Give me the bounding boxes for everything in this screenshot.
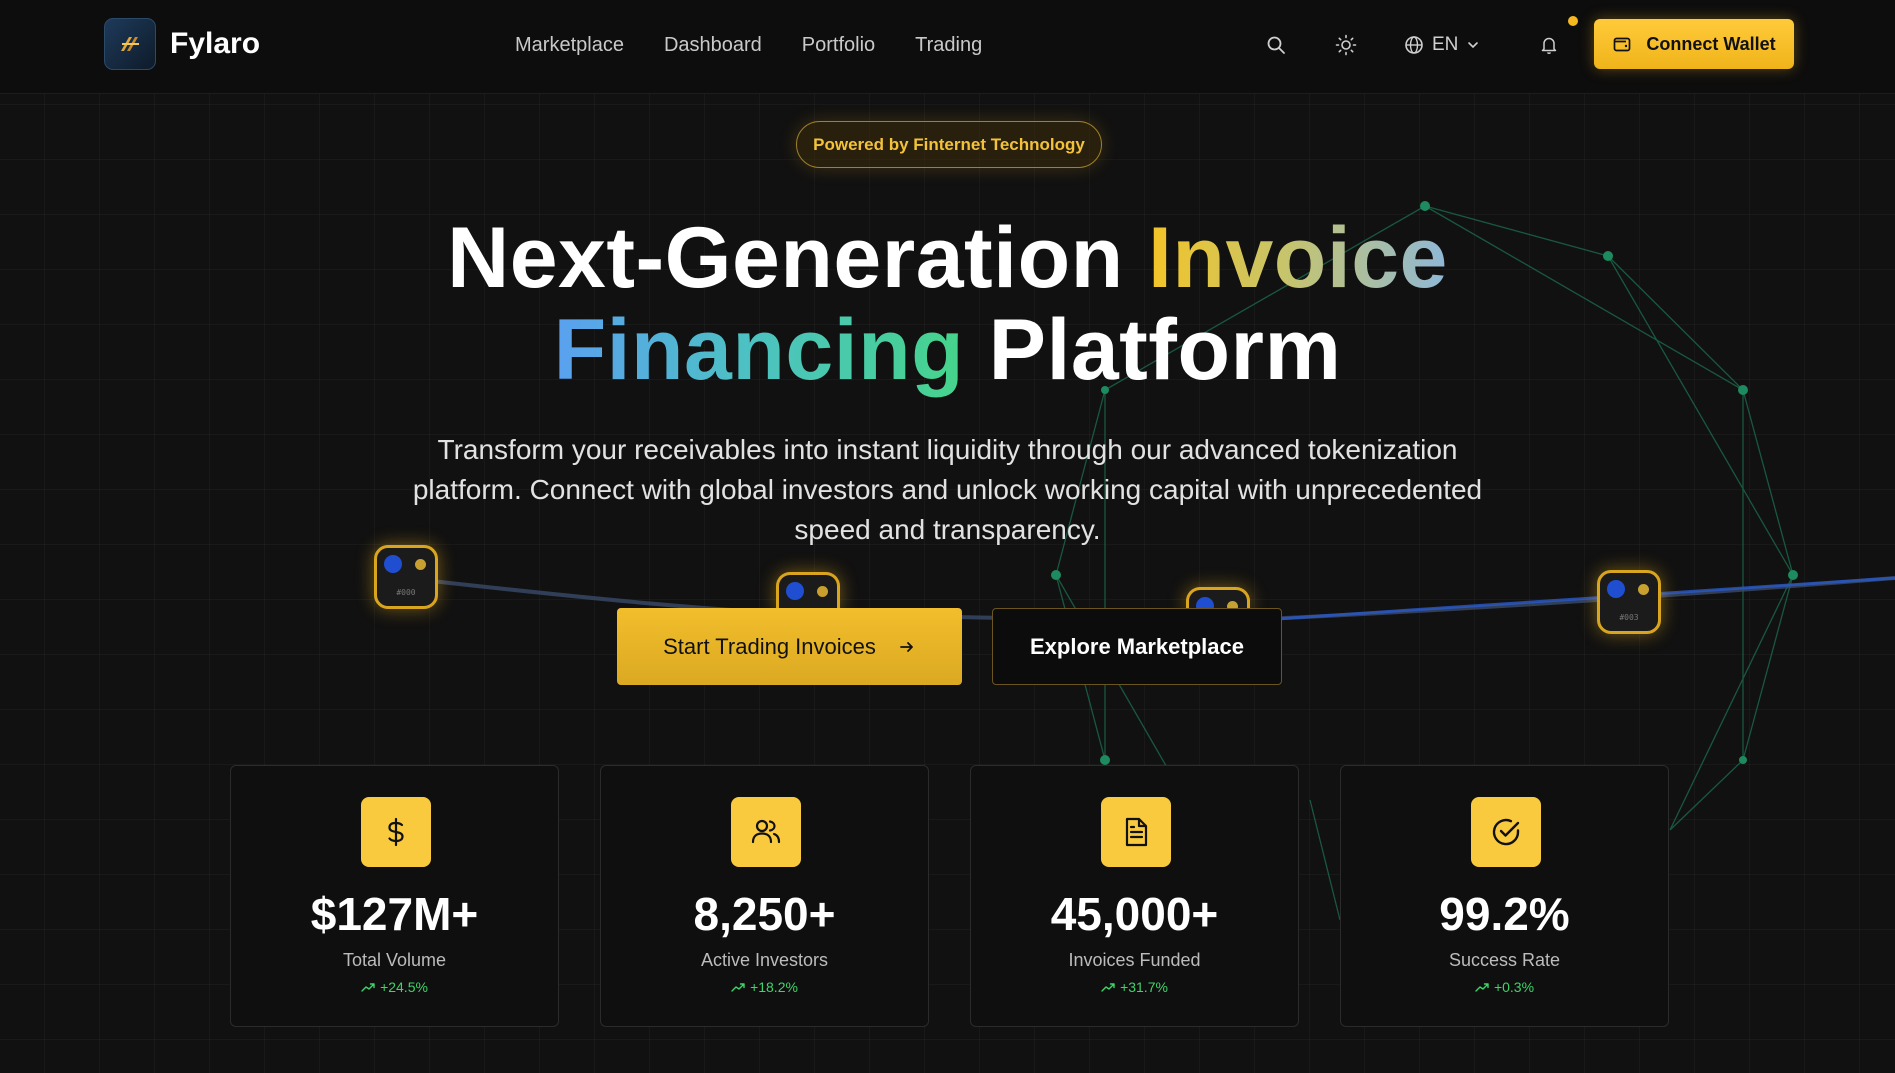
arrow-right-icon xyxy=(899,641,913,652)
stat-card-success: 99.2% Success Rate +0.3% xyxy=(1340,765,1669,1027)
token-chip: #003 xyxy=(1597,570,1661,634)
notifications-button[interactable] xyxy=(1534,30,1564,60)
start-trading-label: Start Trading Invoices xyxy=(663,633,876,659)
chip-dot xyxy=(415,559,426,570)
stat-icon-box xyxy=(1101,797,1171,867)
chip-dot xyxy=(384,555,402,573)
chip-dot xyxy=(1607,580,1625,598)
stat-value: 45,000+ xyxy=(1050,888,1219,940)
chip-id: #003 xyxy=(1619,613,1639,622)
search-button[interactable] xyxy=(1261,30,1291,60)
brand-name[interactable]: Fylaro xyxy=(170,26,260,62)
title-highlight: Financing xyxy=(553,302,965,398)
trending-up-icon xyxy=(731,983,745,992)
trending-up-icon xyxy=(1475,983,1489,992)
stat-card-investors: 8,250+ Active Investors +18.2% xyxy=(600,765,929,1027)
globe-icon xyxy=(1405,36,1423,54)
top-navbar: Fylaro Marketplace Dashboard Portfolio T… xyxy=(0,0,1895,94)
hero-title: Next-Generation Invoice Financing Platfo… xyxy=(0,212,1895,396)
stat-change: +31.7% xyxy=(971,979,1298,995)
stat-label: Total Volume xyxy=(342,950,447,970)
explore-marketplace-label: Explore Marketplace xyxy=(1030,633,1244,659)
stat-value: $127M+ xyxy=(310,888,479,940)
stat-change-value: +18.2% xyxy=(750,979,798,995)
hero-subtitle: Transform your receivables into instant … xyxy=(412,434,1483,545)
stat-card-volume: $127M+ Total Volume +24.5% xyxy=(230,765,559,1027)
brand-logo[interactable] xyxy=(104,18,156,70)
stat-change: +0.3% xyxy=(1341,979,1668,995)
nav-item-portfolio[interactable]: Portfolio xyxy=(802,30,875,60)
explore-marketplace-button[interactable]: Explore Marketplace xyxy=(992,608,1282,685)
chip-dot xyxy=(817,586,828,597)
stat-label: Success Rate xyxy=(1448,950,1561,970)
search-icon xyxy=(1267,36,1285,54)
language-selector[interactable]: EN xyxy=(1404,30,1480,60)
chip-dot xyxy=(786,582,804,600)
title-part: Platform xyxy=(964,302,1342,398)
stat-icon-box xyxy=(731,797,801,867)
powered-by-badge: Powered by Finternet Technology xyxy=(796,121,1102,168)
stat-label: Invoices Funded xyxy=(1068,950,1201,970)
chevron-down-icon xyxy=(1468,42,1479,49)
check-circle-icon xyxy=(1492,818,1520,846)
stat-card-invoices: 45,000+ Invoices Funded +31.7% xyxy=(970,765,1299,1027)
stat-icon-box xyxy=(361,797,431,867)
logo-icon xyxy=(121,37,139,51)
chip-dot xyxy=(1638,584,1649,595)
trending-up-icon xyxy=(361,983,375,992)
users-icon xyxy=(751,819,781,844)
stat-change: +24.5% xyxy=(231,979,558,995)
chip-id: #000 xyxy=(396,588,416,597)
stat-icon-box xyxy=(1471,797,1541,867)
stat-value: 8,250+ xyxy=(693,888,836,940)
stat-change-value: +31.7% xyxy=(1120,979,1168,995)
stat-label: Active Investors xyxy=(700,950,829,970)
language-label: EN xyxy=(1432,34,1459,55)
stat-change: +18.2% xyxy=(601,979,928,995)
title-highlight: Invoice xyxy=(1148,210,1448,306)
dollar-icon xyxy=(388,817,404,847)
start-trading-button[interactable]: Start Trading Invoices xyxy=(617,608,962,685)
bell-icon xyxy=(1541,37,1557,55)
main-nav: Marketplace Dashboard Portfolio Trading xyxy=(515,30,982,60)
nav-item-dashboard[interactable]: Dashboard xyxy=(664,30,762,60)
token-chip: #001 xyxy=(776,572,840,612)
nav-item-trading[interactable]: Trading xyxy=(915,30,982,60)
document-icon xyxy=(1125,817,1148,847)
stat-value: 99.2% xyxy=(1439,888,1570,940)
theme-toggle-button[interactable] xyxy=(1331,30,1361,60)
trending-up-icon xyxy=(1101,983,1115,992)
connect-wallet-label: Connect Wallet xyxy=(1646,33,1776,54)
connect-wallet-button[interactable]: Connect Wallet xyxy=(1594,19,1794,69)
token-chip: #000 xyxy=(374,545,438,609)
wallet-icon xyxy=(1613,37,1631,52)
nav-item-marketplace[interactable]: Marketplace xyxy=(515,30,624,60)
sun-icon xyxy=(1335,34,1357,56)
stat-change-value: +24.5% xyxy=(380,979,428,995)
stat-change-value: +0.3% xyxy=(1493,979,1535,995)
notification-dot xyxy=(1568,16,1578,26)
title-part: Next-Generation xyxy=(447,210,1149,306)
